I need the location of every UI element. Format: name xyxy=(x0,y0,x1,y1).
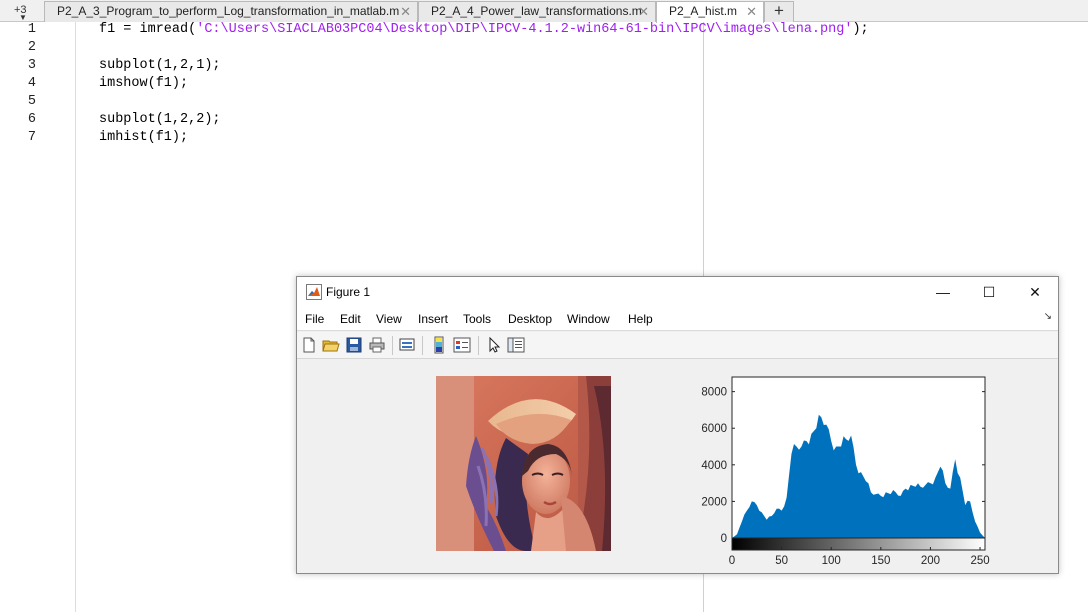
close-button[interactable]: ✕ xyxy=(1012,277,1058,307)
matlab-figure-icon xyxy=(306,284,322,300)
y-tick-label: 4000 xyxy=(701,460,727,472)
menu-window[interactable]: Window xyxy=(567,312,610,326)
property-inspector-icon[interactable] xyxy=(507,336,525,354)
save-icon[interactable] xyxy=(345,336,363,354)
insert-colorbar-icon[interactable] xyxy=(430,336,448,354)
print-icon[interactable] xyxy=(368,336,386,354)
tab-log-transformation[interactable]: P2_A_3_Program_to_perform_Log_transforma… xyxy=(44,1,418,22)
figure-menu-bar: File Edit View Insert Tools Desktop Wind… xyxy=(297,307,1058,331)
menu-file[interactable]: File xyxy=(305,312,324,326)
line-number: 7 xyxy=(27,130,36,145)
line-number: 2 xyxy=(27,40,36,55)
x-tick-label: 50 xyxy=(775,555,788,567)
code-line[interactable]: f1 = imread('C:\Users\SIACLAB03PC04\Desk… xyxy=(99,22,869,37)
x-tick-label: 100 xyxy=(822,555,841,567)
figure-title: Figure 1 xyxy=(326,285,371,299)
line-number: 1 xyxy=(27,22,36,37)
close-icon[interactable]: ✕ xyxy=(400,2,411,21)
edit-plot-arrow-icon[interactable] xyxy=(485,336,503,354)
open-file-icon[interactable] xyxy=(322,336,340,354)
close-icon[interactable]: ✕ xyxy=(638,2,649,21)
close-icon[interactable]: ✕ xyxy=(746,2,757,21)
add-tab-button[interactable]: + xyxy=(764,1,794,22)
y-tick-label: 6000 xyxy=(701,423,727,435)
figure-canvas: 0 2000 4000 6000 8000 0 50 100 150 200 250 xyxy=(297,360,1058,573)
line-number: 5 xyxy=(27,94,36,109)
line-number: 3 xyxy=(27,58,36,73)
tab-hist[interactable]: P2_A_hist.m ✕ xyxy=(656,1,764,23)
toolbar-separator xyxy=(478,336,479,355)
menu-insert[interactable]: Insert xyxy=(418,312,448,326)
chevron-down-icon: ▼ xyxy=(19,13,27,22)
line-number-gutter xyxy=(0,22,76,612)
code-line[interactable]: imhist(f1); xyxy=(99,130,188,145)
y-tick-label: 8000 xyxy=(701,387,727,399)
tab-label: P2_A_hist.m xyxy=(669,4,738,18)
line-number: 6 xyxy=(27,112,36,127)
histogram-chart: 0 2000 4000 6000 8000 0 50 100 150 200 250 xyxy=(701,376,990,567)
tab-overflow-button[interactable]: +3 ▼ xyxy=(2,1,38,22)
x-tick-label: 200 xyxy=(921,555,940,567)
menu-desktop[interactable]: Desktop xyxy=(508,312,552,326)
insert-legend-icon[interactable] xyxy=(453,336,471,354)
minimize-button[interactable]: — xyxy=(920,277,966,307)
dock-figure-icon[interactable]: ↘ xyxy=(1044,311,1052,322)
line-number: 4 xyxy=(27,76,36,91)
new-figure-icon[interactable] xyxy=(300,336,318,354)
toolbar-separator xyxy=(422,336,423,355)
code-line[interactable]: subplot(1,2,1); xyxy=(99,58,221,73)
menu-help[interactable]: Help xyxy=(628,312,653,326)
menu-tools[interactable]: Tools xyxy=(463,312,491,326)
link-plot-icon[interactable] xyxy=(398,336,416,354)
y-tick-label: 0 xyxy=(721,533,727,545)
code-text: f1 = imread( xyxy=(99,22,197,37)
code-text: ); xyxy=(852,22,869,37)
tab-power-law[interactable]: P2_A_4_Power_law_transformations.m ✕ xyxy=(418,1,656,22)
tab-label: P2_A_3_Program_to_perform_Log_transforma… xyxy=(57,4,400,18)
maximize-button[interactable]: ☐ xyxy=(966,277,1012,307)
code-string: 'C:\Users\SIACLAB03PC04\Desktop\DIP\IPCV… xyxy=(196,22,853,37)
lena-image xyxy=(436,376,611,551)
tab-label: P2_A_4_Power_law_transformations.m xyxy=(431,4,642,18)
y-tick-label: 2000 xyxy=(701,496,727,508)
x-tick-label: 0 xyxy=(729,555,735,567)
editor-tab-bar: +3 ▼ P2_A_3_Program_to_perform_Log_trans… xyxy=(0,0,1088,23)
figure-window: Figure 1 — ☐ ✕ File Edit View Insert Too… xyxy=(296,276,1059,574)
x-tick-label: 250 xyxy=(970,555,989,567)
figure-toolbar xyxy=(297,332,1058,359)
grayscale-colorbar xyxy=(731,537,986,551)
menu-edit[interactable]: Edit xyxy=(340,312,361,326)
code-line[interactable]: imshow(f1); xyxy=(99,76,188,91)
x-tick-label: 150 xyxy=(871,555,890,567)
toolbar-separator xyxy=(392,336,393,355)
menu-view[interactable]: View xyxy=(376,312,402,326)
figure-title-bar[interactable]: Figure 1 — ☐ ✕ xyxy=(297,277,1058,307)
code-line[interactable]: subplot(1,2,2); xyxy=(99,112,221,127)
